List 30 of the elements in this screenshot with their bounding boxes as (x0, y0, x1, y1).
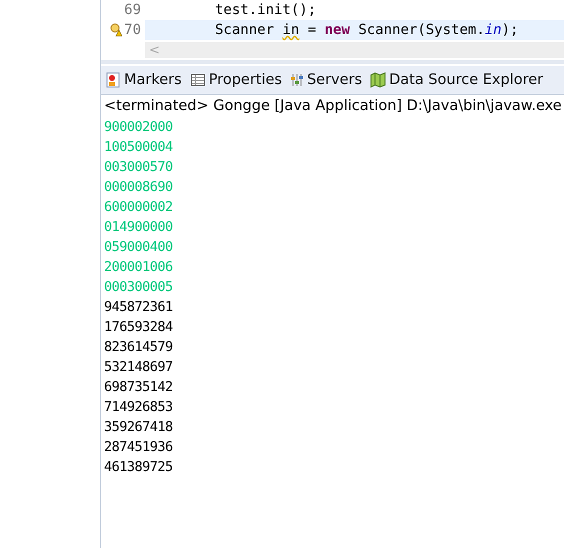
console-line: 176593284 (104, 318, 173, 337)
console-line: 823614579 (104, 338, 173, 357)
console-line: 003000570 (104, 158, 173, 177)
markers-icon (105, 72, 121, 88)
console-line: 100500004 (104, 138, 173, 157)
console-line: 532148697 (104, 358, 173, 377)
console-line: 359267418 (104, 418, 173, 437)
console-header: <terminated> Gongge [Java Application] D:\Java\bin\javaw.exe (103, 97, 563, 116)
list-icon (190, 72, 206, 88)
console-line: 714926853 (104, 398, 173, 417)
console-line: 461389725 (104, 458, 173, 477)
view-tab[interactable]: Servers (290, 72, 362, 88)
line-number: 69 (124, 2, 141, 18)
console-line: 900002000 (104, 118, 173, 137)
view-tab[interactable]: Markers (105, 72, 182, 88)
console-line: 000300005 (104, 278, 173, 297)
console-line: 698735142 (104, 378, 173, 397)
view-tab[interactable]: Properties (190, 72, 282, 88)
console-line: 059000400 (104, 238, 173, 257)
console-line: 287451936 (104, 438, 173, 457)
console-line: 200001006 (104, 258, 173, 277)
line-number: 70 (110, 22, 141, 38)
console-line: 600000002 (104, 198, 173, 217)
map-icon (370, 72, 386, 88)
console-line: 945872361 (104, 298, 173, 317)
code-line: test.init(); (214, 1, 318, 20)
console-line: 014900000 (104, 218, 173, 237)
console-line: 000008690 (104, 178, 173, 197)
servers-icon (290, 73, 304, 87)
view-tab[interactable]: Data Source Explorer (370, 72, 544, 88)
